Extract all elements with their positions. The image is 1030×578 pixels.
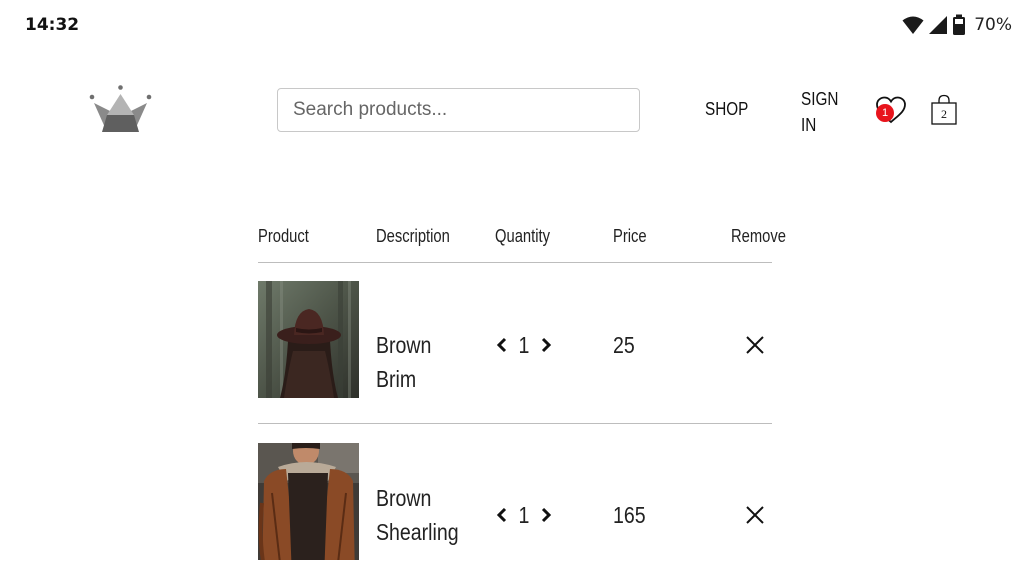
column-header-product: Product: [258, 226, 309, 246]
remove-item-button[interactable]: [744, 334, 766, 356]
chevron-left-icon: [496, 507, 507, 523]
quantity-decrease-button[interactable]: [494, 335, 510, 355]
remove-item-button[interactable]: [744, 504, 766, 526]
quantity-increase-button[interactable]: [538, 505, 554, 525]
cellular-signal-icon: [929, 16, 948, 34]
column-header-remove: Remove: [731, 226, 786, 246]
status-icons: 70%: [902, 14, 1012, 36]
column-header-description: Description: [376, 226, 450, 246]
nav-signin-link[interactable]: SIGN IN: [801, 86, 844, 138]
column-header-price: Price: [613, 226, 647, 246]
product-image-jacket: [258, 443, 359, 560]
quantity-value: 1: [518, 331, 530, 358]
item-description-line1: Brown: [376, 485, 432, 511]
item-price: 165: [613, 502, 646, 528]
chevron-right-icon: [541, 337, 552, 353]
row-divider: [258, 423, 772, 424]
quantity-decrease-button[interactable]: [494, 505, 510, 525]
crown-logo[interactable]: [88, 84, 154, 136]
wifi-icon: [902, 16, 924, 34]
item-description-line2: Shearling: [376, 519, 459, 545]
chevron-left-icon: [496, 337, 507, 353]
nav-signin-line2: IN: [801, 115, 817, 135]
item-price: 25: [613, 332, 635, 358]
product-image-hat: [258, 281, 359, 398]
battery-percentage: 70%: [974, 15, 1012, 35]
status-bar: 14:32 70%: [0, 0, 1030, 52]
crown-icon: [89, 85, 152, 132]
chevron-right-icon: [541, 507, 552, 523]
wishlist-count-badge: 1: [876, 104, 894, 122]
search-input[interactable]: [277, 88, 640, 132]
wishlist-button[interactable]: 1: [874, 95, 908, 125]
quantity-increase-button[interactable]: [538, 335, 554, 355]
column-header-quantity: Quantity: [495, 226, 550, 246]
cart-row: Brown Shearling 1 165: [258, 443, 772, 578]
close-icon: [746, 506, 764, 524]
item-description: Brown Shearling: [376, 481, 470, 549]
battery-icon: [953, 14, 966, 35]
quantity-value: 1: [518, 501, 530, 528]
quantity-stepper: 1: [494, 500, 554, 530]
close-icon: [746, 336, 764, 354]
cart-row: Brown Brim 1 25: [258, 281, 772, 424]
cart-count: 2: [941, 107, 947, 121]
nav-signin-line1: SIGN: [801, 89, 839, 109]
item-description: Brown Brim: [376, 332, 432, 392]
nav-shop-link[interactable]: SHOP: [705, 99, 748, 120]
quantity-stepper: 1: [494, 330, 554, 360]
status-time: 14:32: [25, 15, 80, 35]
header-divider: [258, 262, 772, 263]
shopping-bag-button[interactable]: 2: [930, 94, 958, 126]
